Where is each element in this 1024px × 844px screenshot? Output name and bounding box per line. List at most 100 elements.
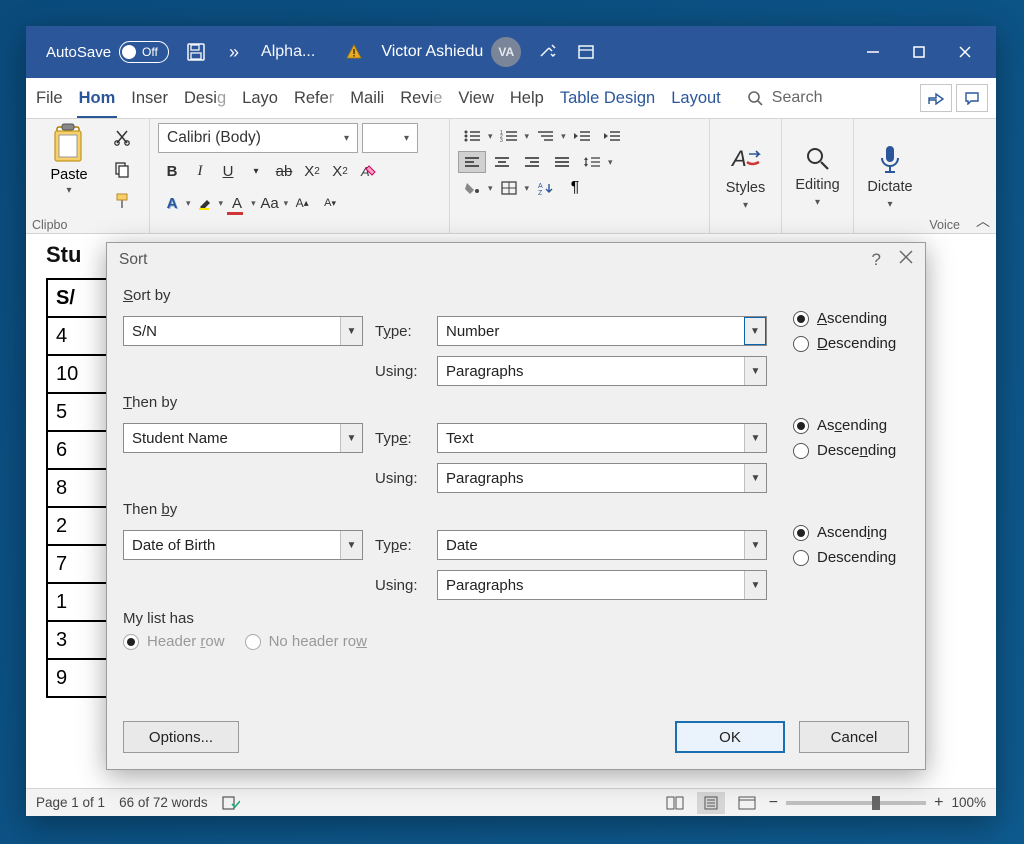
align-right-icon[interactable] xyxy=(518,151,546,173)
then-by2-field-value: Date of Birth xyxy=(124,537,340,554)
tab-view[interactable]: View xyxy=(450,78,501,118)
search-box[interactable]: Search xyxy=(747,89,823,107)
close-icon[interactable] xyxy=(899,250,913,270)
clear-format-icon[interactable]: A xyxy=(354,157,382,185)
options-button[interactable]: Options... xyxy=(123,721,239,753)
then-by2-type-combo[interactable]: Date ▼ xyxy=(437,530,767,560)
then-by-type-combo[interactable]: Text ▼ xyxy=(437,423,767,453)
word-count[interactable]: 66 of 72 words xyxy=(119,795,208,810)
tab-table-design[interactable]: Table Design xyxy=(552,78,663,118)
then-by2-descending-radio[interactable]: Descending xyxy=(793,549,896,566)
paste-label[interactable]: Paste xyxy=(50,167,87,183)
print-layout-icon[interactable] xyxy=(697,792,725,814)
then-by-ascending-radio[interactable]: Ascending xyxy=(793,417,896,434)
no-header-row-radio: No header row xyxy=(245,633,367,650)
help-icon[interactable]: ? xyxy=(872,250,881,270)
sort-by-descending-radio[interactable]: Descending xyxy=(793,335,896,352)
dictate-label: Dictate xyxy=(867,179,912,195)
chevron-down-icon: ▼ xyxy=(340,317,362,345)
decrease-indent-icon[interactable] xyxy=(568,125,596,147)
chevron-down-icon[interactable]: ▾ xyxy=(242,157,270,185)
cut-icon[interactable] xyxy=(108,123,136,151)
then-by2-using-combo[interactable]: Paragraphs ▼ xyxy=(437,570,767,600)
tab-layout-ctx[interactable]: Layout xyxy=(663,78,729,118)
font-size-combo[interactable]: ▾ xyxy=(362,123,418,153)
shading-icon[interactable] xyxy=(458,177,486,199)
close-button[interactable] xyxy=(942,32,988,72)
change-case-button[interactable]: Aa xyxy=(256,189,284,217)
more-qat-icon[interactable]: » xyxy=(221,39,247,65)
tab-design[interactable]: Desig xyxy=(176,78,234,118)
superscript-button[interactable]: X2 xyxy=(326,157,354,185)
tab-file[interactable]: File xyxy=(28,78,71,118)
cancel-button[interactable]: Cancel xyxy=(799,721,909,753)
zoom-level[interactable]: 100% xyxy=(951,795,986,810)
zoom-in-button[interactable]: + xyxy=(934,794,943,812)
share-button[interactable] xyxy=(920,84,952,112)
borders-icon[interactable] xyxy=(495,177,523,199)
avatar[interactable]: VA xyxy=(491,37,521,67)
align-center-icon[interactable] xyxy=(488,151,516,173)
tab-home[interactable]: Hom xyxy=(71,78,124,118)
bold-button[interactable]: B xyxy=(158,157,186,185)
multilevel-icon[interactable] xyxy=(531,125,559,147)
numbering-icon[interactable]: 123 xyxy=(495,125,523,147)
then-by2-field-combo[interactable]: Date of Birth ▼ xyxy=(123,530,363,560)
chevron-down-icon[interactable]: ▾ xyxy=(66,185,71,196)
then-by-using-combo[interactable]: Paragraphs ▼ xyxy=(437,463,767,493)
sort-by-ascending-radio[interactable]: Ascending xyxy=(793,310,896,327)
using-label: Using: xyxy=(375,577,425,594)
line-spacing-icon[interactable] xyxy=(578,151,606,173)
tab-layout[interactable]: Layo xyxy=(234,78,286,118)
sort-by-field-combo[interactable]: S/N ▼ xyxy=(123,316,363,346)
justify-icon[interactable] xyxy=(548,151,576,173)
font-color-button[interactable]: A xyxy=(223,189,251,217)
then-by-field-combo[interactable]: Student Name ▼ xyxy=(123,423,363,453)
text-effects-button[interactable]: A xyxy=(158,189,186,217)
dictate-button[interactable]: Dictate ▾ xyxy=(854,119,926,233)
zoom-out-button[interactable]: − xyxy=(769,794,778,812)
sort-icon[interactable]: AZ xyxy=(531,177,559,199)
styles-button[interactable]: A Styles ▾ xyxy=(710,119,782,233)
tab-references[interactable]: Refer xyxy=(286,78,342,118)
shrink-font-icon[interactable]: A▾ xyxy=(316,189,344,217)
subscript-button[interactable]: X2 xyxy=(298,157,326,185)
bullets-icon[interactable] xyxy=(458,125,486,147)
zoom-slider[interactable] xyxy=(786,801,926,805)
autosave-toggle[interactable]: AutoSave Off xyxy=(46,41,169,63)
then-by-descending-radio[interactable]: Descending xyxy=(793,442,896,459)
svg-text:A: A xyxy=(730,146,747,171)
tab-review[interactable]: Revie xyxy=(392,78,450,118)
highlight-button[interactable] xyxy=(191,189,219,217)
tab-help[interactable]: Help xyxy=(502,78,552,118)
ok-button[interactable]: OK xyxy=(675,721,785,753)
copy-icon[interactable] xyxy=(108,155,136,183)
web-layout-icon[interactable] xyxy=(733,792,761,814)
sort-by-type-combo[interactable]: Number ▼ xyxy=(437,316,767,346)
tab-mailings[interactable]: Maili xyxy=(342,78,392,118)
save-icon[interactable] xyxy=(183,39,209,65)
format-painter-icon[interactable] xyxy=(108,187,136,215)
mode-switch-icon[interactable] xyxy=(535,39,561,65)
read-mode-icon[interactable] xyxy=(661,792,689,814)
underline-button[interactable]: U xyxy=(214,157,242,185)
maximize-button[interactable] xyxy=(896,32,942,72)
using-label: Using: xyxy=(375,363,425,380)
tab-insert[interactable]: Inser xyxy=(123,78,176,118)
sort-by-using-combo[interactable]: Paragraphs ▼ xyxy=(437,356,767,386)
collapse-ribbon-icon[interactable]: ︿ xyxy=(976,211,990,231)
strikethrough-button[interactable]: ab xyxy=(270,157,298,185)
increase-indent-icon[interactable] xyxy=(598,125,626,147)
then-by2-ascending-radio[interactable]: Ascending xyxy=(793,524,896,541)
page-indicator[interactable]: Page 1 of 1 xyxy=(36,795,105,810)
align-left-icon[interactable] xyxy=(458,151,486,173)
grow-font-icon[interactable]: A▴ xyxy=(288,189,316,217)
ribbon-display-icon[interactable] xyxy=(573,39,599,65)
spellcheck-icon[interactable] xyxy=(222,795,240,811)
font-name-combo[interactable]: Calibri (Body)▾ xyxy=(158,123,358,153)
comments-button[interactable] xyxy=(956,84,988,112)
italic-button[interactable]: I xyxy=(186,157,214,185)
editing-button[interactable]: Editing ▾ xyxy=(782,119,854,233)
show-marks-icon[interactable]: ¶ xyxy=(561,177,589,199)
minimize-button[interactable] xyxy=(850,32,896,72)
